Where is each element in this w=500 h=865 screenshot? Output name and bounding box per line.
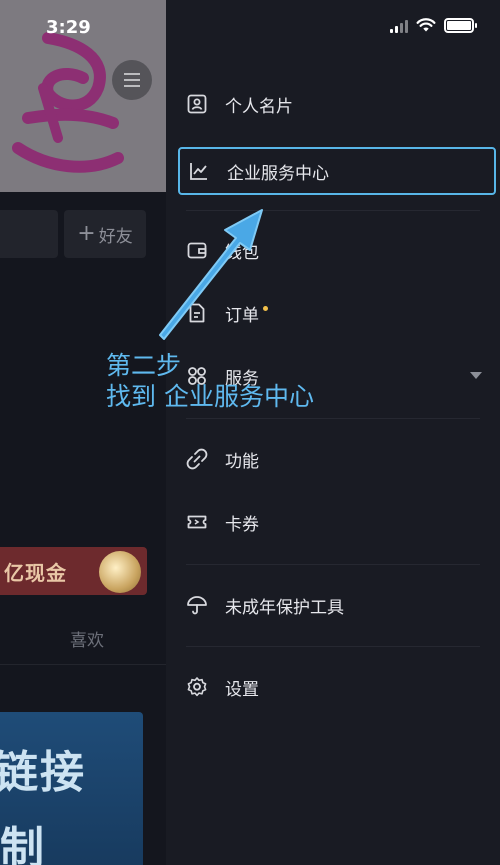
drawer-divider: [186, 646, 480, 647]
drawer-item-orders[interactable]: 订单: [178, 289, 496, 337]
cash-promo-text: 亿现金: [4, 561, 67, 585]
drawer-item-label: 功能: [225, 451, 259, 472]
banner-calligraphy-image: [12, 32, 124, 173]
cash-promo-banner[interactable]: 亿现金: [0, 547, 147, 595]
video-thumbnail-text-2: 制: [0, 823, 44, 865]
link-icon: [186, 448, 208, 470]
coin-icon: [99, 551, 141, 593]
new-badge-dot: [263, 305, 268, 311]
drawer-item-label: 企业服务中心: [227, 163, 329, 184]
plus-icon: +: [77, 221, 96, 246]
drawer-item-coupons[interactable]: 卡券: [178, 498, 496, 546]
order-document-icon: [186, 302, 208, 324]
tab-divider: [0, 664, 166, 665]
drawer-divider: [186, 418, 480, 419]
status-time: 3:29: [46, 17, 91, 38]
wallet-icon: [186, 239, 208, 261]
edit-profile-button[interactable]: [0, 210, 58, 258]
drawer-item-label: 个人名片: [225, 96, 293, 117]
coupon-icon: [186, 511, 208, 533]
add-friend-label: 好友: [98, 226, 133, 247]
annotation-instruction: 找到 企业服务中心: [106, 382, 314, 411]
tab-like[interactable]: 喜欢: [70, 626, 104, 651]
wifi-icon: [416, 18, 436, 32]
drawer-item-wallet[interactable]: 钱包: [178, 226, 496, 274]
umbrella-icon: [186, 594, 208, 616]
drawer-item-label: 卡券: [225, 514, 259, 535]
video-thumbnail[interactable]: 链接 制: [0, 712, 143, 865]
status-icons: [390, 18, 477, 33]
trend-chart-icon: [188, 160, 210, 182]
drawer-item-label: 订单: [225, 305, 259, 326]
battery-icon: [444, 18, 477, 33]
annotation-text: 第二步 找到 企业服务中心: [106, 350, 314, 412]
drawer-item-label: 设置: [225, 679, 259, 700]
settings-gear-icon: [186, 676, 208, 698]
drawer-item-enterprise-service-center[interactable]: 企业服务中心: [178, 147, 496, 195]
contact-card-icon: [186, 93, 208, 115]
drawer-item-label: 未成年保护工具: [225, 597, 344, 618]
drawer-divider: [186, 564, 480, 565]
drawer-item-settings[interactable]: 设置: [178, 663, 496, 711]
drawer-item-features[interactable]: 功能: [178, 435, 496, 483]
add-friend-button[interactable]: + 好友: [64, 210, 146, 258]
drawer-divider: [186, 210, 480, 211]
background-profile-page: + 好友 亿现金 喜欢 链接 制: [0, 0, 166, 865]
cellular-signal-icon: [390, 19, 408, 33]
hamburger-icon: [124, 71, 140, 89]
drawer-item-label: 钱包: [225, 242, 259, 263]
side-drawer: [166, 0, 500, 865]
video-thumbnail-text-1: 链接: [0, 747, 86, 798]
chevron-down-icon[interactable]: [470, 372, 482, 379]
hamburger-menu-button[interactable]: [112, 60, 152, 100]
drawer-item-business-card[interactable]: 个人名片: [178, 80, 496, 128]
annotation-step-label: 第二步: [106, 351, 182, 380]
drawer-item-minor-protection[interactable]: 未成年保护工具: [178, 581, 496, 629]
